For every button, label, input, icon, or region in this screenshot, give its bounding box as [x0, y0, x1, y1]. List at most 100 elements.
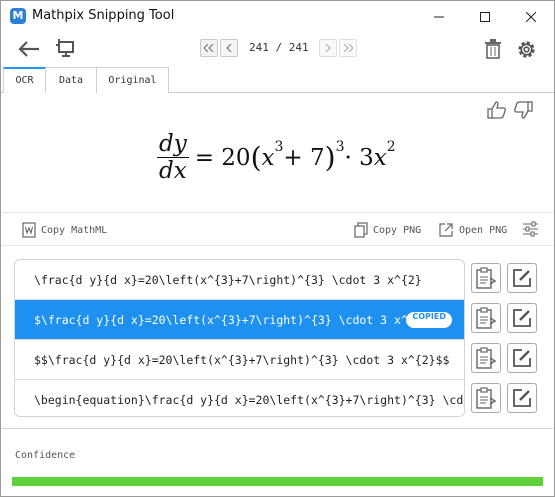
new-snip-button[interactable]	[53, 38, 77, 60]
close-button[interactable]	[508, 1, 554, 32]
trash-icon	[485, 39, 501, 59]
double-chevron-right-icon	[343, 44, 353, 52]
edit-result-button[interactable]	[507, 383, 537, 413]
maximize-icon	[480, 11, 490, 22]
mathpix-logo-icon: M	[10, 8, 26, 24]
fraction-denominator: dx	[159, 158, 187, 184]
eq-var-x2: x	[373, 144, 387, 171]
result-tabs: OCR Data Original	[1, 67, 554, 94]
right-paren: )	[324, 141, 336, 174]
result-text: \begin{equation}\frac{d y}{d x}=20\left(…	[34, 393, 464, 407]
row-2-actions	[471, 303, 537, 333]
edit-icon	[513, 309, 531, 327]
row-3-actions	[471, 343, 537, 373]
chevron-right-icon	[325, 44, 331, 52]
tab-original[interactable]: Original	[96, 67, 169, 94]
settings-button[interactable]	[514, 38, 538, 60]
back-button[interactable]	[17, 38, 41, 60]
clipboard-icon	[476, 307, 496, 329]
exponent-inner: 3	[274, 138, 284, 155]
copy-to-clipboard-button[interactable]	[471, 343, 501, 373]
result-text: $$\frac{d y}{d x}=20\left(x^{3}+7\right)…	[34, 353, 450, 367]
open-png-button[interactable]: Open PNG	[438, 222, 507, 238]
result-row-1[interactable]: \frac{d y}{d x}=20\left(x^{3}+7\right)^{…	[15, 260, 464, 300]
copy-icon	[354, 222, 368, 238]
ocr-panel: dy dx = 20 ( x 3 + 7 ) 3 · 3 x 2 Copy Ma…	[2, 93, 553, 426]
confidence-label: Confidence	[15, 450, 76, 461]
close-icon	[526, 11, 536, 22]
latex-results-list: \frac{d y}{d x}=20\left(x^{3}+7\right)^{…	[14, 259, 465, 417]
eq-plus-seven: + 7	[283, 144, 325, 171]
derivative-fraction: dy dx	[157, 131, 189, 184]
arrow-left-icon	[18, 41, 39, 57]
thumbs-up-icon[interactable]	[487, 101, 507, 119]
first-page-button[interactable]	[200, 39, 218, 57]
exponent-last: 2	[386, 138, 396, 155]
next-page-button[interactable]	[319, 39, 337, 57]
minimize-icon	[434, 16, 444, 17]
open-png-label: Open PNG	[459, 224, 508, 236]
app-window: M Mathpix Snipping Tool 241 / 241 OCR Da…	[0, 0, 555, 497]
title-bar[interactable]: M Mathpix Snipping Tool	[1, 1, 554, 32]
edit-icon	[513, 269, 531, 287]
result-row-2[interactable]: $\frac{d y}{d x}=20\left(x^{3}+7\right)^…	[15, 300, 464, 340]
tab-ocr[interactable]: OCR	[3, 67, 46, 94]
confidence-section: Confidence	[2, 428, 553, 496]
result-row-3[interactable]: $$\frac{d y}{d x}=20\left(x^{3}+7\right)…	[15, 340, 464, 380]
clipboard-icon	[476, 387, 496, 409]
last-page-button[interactable]	[339, 39, 357, 57]
result-text: \frac{d y}{d x}=20\left(x^{3}+7\right)^{…	[34, 273, 422, 287]
thumbs-down-icon[interactable]	[513, 101, 533, 119]
word-document-icon	[22, 222, 36, 238]
copy-mathml-button[interactable]: Copy MathML	[22, 222, 107, 238]
row-4-actions	[471, 383, 537, 413]
left-paren: (	[250, 141, 262, 174]
sliders-icon	[523, 221, 538, 237]
copy-png-button[interactable]: Copy PNG	[354, 222, 421, 238]
page-indicator: 241 / 241	[249, 41, 309, 54]
rendered-equation-area: dy dx = 20 ( x 3 + 7 ) 3 · 3 x 2	[2, 93, 553, 213]
maximize-button[interactable]	[462, 1, 508, 32]
chevron-left-icon	[226, 44, 232, 52]
confidence-bar-track	[12, 477, 543, 486]
edit-result-button[interactable]	[507, 343, 537, 373]
row-1-actions	[471, 263, 537, 293]
confidence-bar-fill	[12, 477, 543, 486]
exponent-outer: 3	[335, 138, 345, 155]
copy-png-label: Copy PNG	[373, 224, 422, 236]
eq-dot-three: · 3	[344, 144, 374, 171]
clipboard-icon	[476, 347, 496, 369]
minimize-button[interactable]	[416, 1, 462, 32]
delete-button[interactable]	[481, 38, 505, 60]
edit-result-button[interactable]	[507, 263, 537, 293]
copy-to-clipboard-button[interactable]	[471, 263, 501, 293]
tab-data[interactable]: Data	[45, 67, 97, 94]
gear-icon	[517, 40, 535, 58]
page-current: 241	[249, 41, 269, 54]
action-bar: Copy MathML Copy PNG Open PNG	[2, 214, 553, 246]
clipboard-icon	[476, 267, 496, 289]
edit-icon	[513, 389, 531, 407]
feedback-buttons	[487, 101, 533, 119]
double-chevron-left-icon	[204, 44, 214, 52]
copy-to-clipboard-button[interactable]	[471, 383, 501, 413]
eq-var-x: x	[261, 144, 275, 171]
external-link-icon	[439, 223, 453, 237]
prev-page-button[interactable]	[220, 39, 238, 57]
edit-icon	[513, 349, 531, 367]
eq-coefficient: = 20	[194, 144, 251, 171]
copied-badge: COPIED	[406, 312, 452, 328]
toolbar: 241 / 241	[1, 32, 554, 66]
page-separator: /	[275, 41, 283, 54]
page-total: 241	[288, 41, 309, 54]
rendered-equation: dy dx = 20 ( x 3 + 7 ) 3 · 3 x 2	[157, 131, 396, 184]
crop-screen-icon	[56, 39, 74, 57]
edit-result-button[interactable]	[507, 303, 537, 333]
result-text: $\frac{d y}{d x}=20\left(x^{3}+7\right)^…	[34, 313, 436, 327]
copy-mathml-label: Copy MathML	[41, 224, 108, 236]
window-title: Mathpix Snipping Tool	[32, 8, 175, 23]
fraction-numerator: dy	[157, 131, 189, 158]
copy-to-clipboard-button[interactable]	[471, 303, 501, 333]
result-row-4[interactable]: \begin{equation}\frac{d y}{d x}=20\left(…	[15, 380, 464, 416]
format-settings-button[interactable]	[522, 221, 539, 237]
